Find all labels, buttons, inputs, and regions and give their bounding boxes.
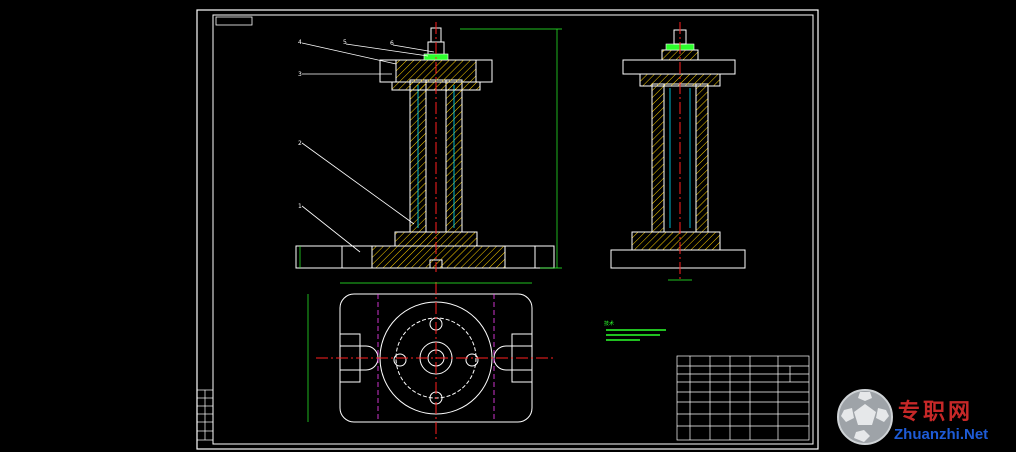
callout-label: 5 bbox=[343, 39, 347, 46]
sheet-outer-border bbox=[196, 9, 819, 450]
front-section-view bbox=[295, 22, 562, 272]
technical-notes bbox=[606, 329, 666, 341]
title-block bbox=[676, 355, 810, 441]
margin-stamp-table bbox=[196, 389, 214, 441]
callout-label: 6 bbox=[390, 40, 394, 47]
watermark-en-text: Zhuanzhi.Net bbox=[894, 426, 989, 443]
drawing-number-box bbox=[215, 16, 253, 26]
sheet-inner-border bbox=[212, 14, 814, 445]
watermark: 专职网 Zhuanzhi.Net bbox=[836, 388, 1012, 448]
callout-label: 2 bbox=[298, 140, 302, 147]
soccer-ball-icon bbox=[837, 389, 893, 445]
cad-drawing: 4 5 6 3 2 1 技术 bbox=[196, 9, 819, 450]
callout-label: 4 bbox=[298, 39, 302, 46]
notes-heading: 技术 bbox=[604, 320, 614, 327]
side-section-view bbox=[610, 22, 746, 282]
callout-label: 1 bbox=[298, 203, 302, 210]
callout-label: 3 bbox=[298, 71, 302, 78]
plan-view bbox=[307, 282, 556, 440]
watermark-cn-text: 专职网 bbox=[898, 399, 974, 425]
